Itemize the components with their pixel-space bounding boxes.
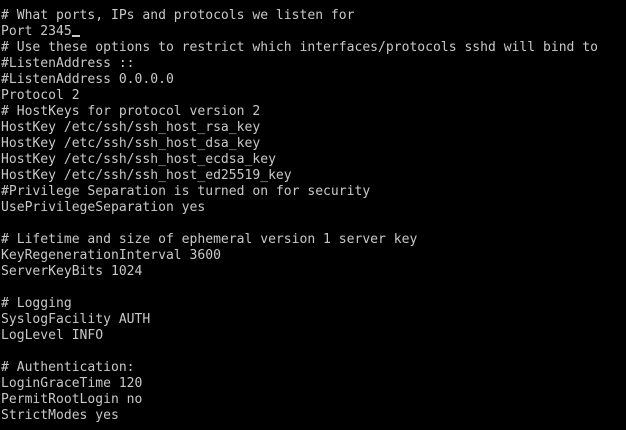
comment-line: # What ports, IPs and protocols we liste… [1, 8, 355, 23]
comment-line: # Lifetime and size of ephemeral version… [1, 232, 418, 247]
terminal-screen[interactable]: # What ports, IPs and protocols we liste… [0, 0, 626, 430]
listen-address-line: #ListenAddress :: [1, 56, 135, 71]
hostkey-line: HostKey /etc/ssh/ssh_host_ed25519_key [1, 168, 292, 183]
comment-line: #Privilege Separation is turned on for s… [1, 184, 371, 199]
hostkey-line: HostKey /etc/ssh/ssh_host_ecdsa_key [1, 152, 276, 167]
comment-line: # Logging [1, 296, 72, 311]
listen-address-line: #ListenAddress 0.0.0.0 [1, 72, 174, 87]
hostkey-line: HostKey /etc/ssh/ssh_host_dsa_key [1, 136, 261, 151]
strict-modes-line: StrictModes yes [1, 408, 119, 423]
login-grace-time-line: LoginGraceTime 120 [1, 376, 143, 391]
protocol-line: Protocol 2 [1, 88, 80, 103]
port-line[interactable]: Port 2345 [1, 24, 598, 40]
comment-line: # HostKeys for protocol version 2 [1, 104, 261, 119]
log-level-line: LogLevel INFO [1, 328, 104, 343]
text-buffer[interactable]: # What ports, IPs and protocols we liste… [1, 8, 598, 424]
comment-line: # Authentication: [1, 360, 135, 375]
comment-line: # Use these options to restrict which in… [1, 40, 598, 55]
hostkey-line: HostKey /etc/ssh/ssh_host_rsa_key [1, 120, 261, 135]
syslog-facility-line: SyslogFacility AUTH [1, 312, 151, 327]
permit-root-login-line: PermitRootLogin no [1, 392, 143, 407]
text-cursor [71, 35, 80, 37]
server-key-bits-line: ServerKeyBits 1024 [1, 264, 143, 279]
port-directive: Port 2345 [1, 24, 72, 39]
key-regeneration-line: KeyRegenerationInterval 3600 [1, 248, 221, 263]
privilege-separation-line: UsePrivilegeSeparation yes [1, 200, 206, 215]
